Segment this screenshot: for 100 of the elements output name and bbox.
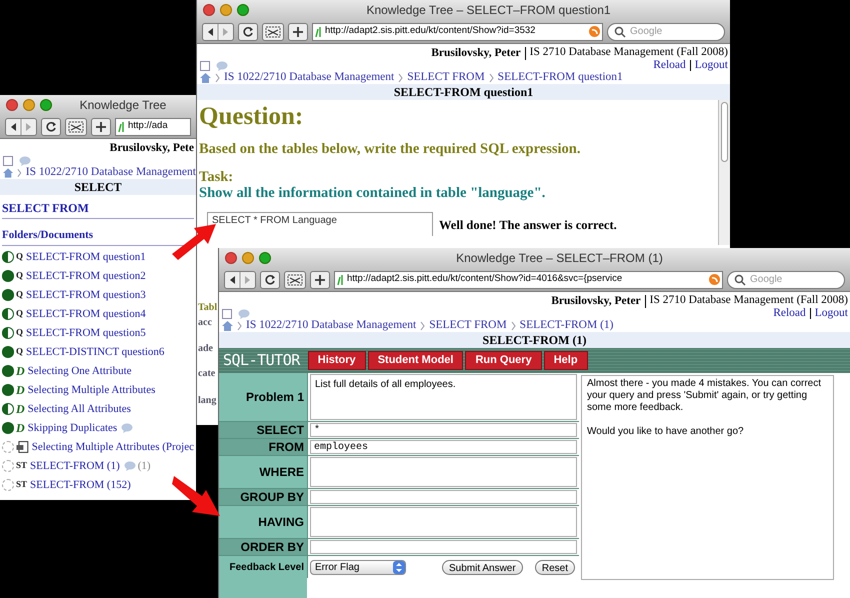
home-icon[interactable] xyxy=(3,168,14,178)
problem-text-area: List full details of all employees. xyxy=(310,374,577,420)
table-text: ade xyxy=(198,342,213,356)
back-forward-buttons[interactable] xyxy=(224,270,256,288)
type-label: D xyxy=(16,363,25,380)
zoom-button[interactable] xyxy=(259,252,271,264)
snapshot-button[interactable] xyxy=(65,118,87,136)
back-forward-buttons[interactable] xyxy=(202,22,234,40)
result-text: Well done! The answer is correct. xyxy=(439,217,617,234)
scissors-icon xyxy=(265,26,281,38)
feedback-message: Almost there - you made 4 mistakes. You can correct your query and press 'Submit' again, or try getting some more feedback. xyxy=(587,378,822,414)
window-title: Knowledge Tree – SELECT–FROM question1 xyxy=(366,2,611,19)
window-title: Knowledge Tree xyxy=(80,97,166,114)
document-link[interactable]: SELECT-DISTINCT question6 xyxy=(26,344,164,360)
logo: SQL-TUTOR xyxy=(223,350,300,372)
page-icon xyxy=(118,120,126,132)
scroll-thumb[interactable] xyxy=(721,102,728,162)
home-icon[interactable] xyxy=(200,72,211,82)
header-link[interactable]: Logout xyxy=(810,308,848,319)
breadcrumb-link[interactable]: IS 1022/2710 Database Management xyxy=(26,166,196,179)
text-area[interactable] xyxy=(310,457,577,487)
document-link[interactable]: SELECT-FROM question1 xyxy=(26,248,146,266)
type-label: ST xyxy=(16,459,28,472)
input-field[interactable]: * xyxy=(310,423,577,437)
header-link[interactable]: Reload xyxy=(653,60,686,71)
close-button[interactable] xyxy=(203,4,215,16)
address-field[interactable]: http://ada xyxy=(115,118,191,136)
form-button[interactable]: Submit Answer xyxy=(442,560,523,574)
chevron-icon xyxy=(215,72,220,82)
instruction-text: Based on the tables below, write the required SQL expression. xyxy=(199,141,582,158)
search-icon xyxy=(734,274,746,286)
scrollbar[interactable] xyxy=(718,100,730,245)
add-bookmark-button[interactable] xyxy=(288,22,308,40)
course-name: IS 2710 Database Management (Fall 2008) xyxy=(644,295,848,308)
zoom-button[interactable] xyxy=(237,4,249,16)
feed-icon xyxy=(709,274,720,285)
type-label: Q xyxy=(16,326,24,340)
scissors-icon xyxy=(287,274,303,286)
document-link[interactable]: Selecting All Attributes xyxy=(28,400,131,418)
reload-button[interactable] xyxy=(238,22,258,40)
breadcrumb-link[interactable]: SELECT FROM xyxy=(407,71,485,84)
snapshot-button[interactable] xyxy=(284,270,306,288)
document-link[interactable]: SELECT-FROM question4 xyxy=(26,306,146,322)
breadcrumb-link[interactable]: IS 1022/2710 Database Management xyxy=(246,319,416,332)
page-icon xyxy=(337,274,345,286)
plus-icon xyxy=(96,122,106,132)
breadcrumb-link[interactable]: SELECT-FROM (1) xyxy=(520,319,614,332)
address-field[interactable]: http://adapt2.sis.pitt.edu/kt/content/Show?id=3532 xyxy=(312,22,603,40)
address-field[interactable]: http://adapt2.sis.pitt.edu/kt/content/Show?id=4016&svc={pservice xyxy=(334,270,723,288)
feedback-level-select[interactable]: Error Flag xyxy=(310,560,406,574)
breadcrumb-link[interactable]: IS 1022/2710 Database Management xyxy=(224,71,394,84)
user-name: Brusilovsky, Pete xyxy=(110,142,194,155)
breadcrumb-link[interactable]: SELECT FROM xyxy=(429,319,507,332)
document-link[interactable]: SELECT-FROM (152) xyxy=(30,476,131,494)
field-label: GROUP BY xyxy=(219,489,307,505)
menu-button[interactable]: Run Query xyxy=(465,351,542,370)
document-link[interactable]: SELECT-FROM (1) xyxy=(30,458,120,474)
field-label: FROM xyxy=(219,439,307,455)
reload-button[interactable] xyxy=(260,270,280,288)
document-icon xyxy=(16,441,29,453)
close-button[interactable] xyxy=(6,99,18,111)
minimize-button[interactable] xyxy=(242,252,254,264)
type-label: D xyxy=(16,420,25,437)
input-field[interactable] xyxy=(310,490,577,504)
document-link[interactable]: Skipping Duplicates xyxy=(28,420,118,436)
chevron-icon xyxy=(398,72,404,82)
chevron-icon xyxy=(420,320,426,330)
minimize-button[interactable] xyxy=(220,4,232,16)
snapshot-button[interactable] xyxy=(262,22,284,40)
reload-button[interactable] xyxy=(41,118,61,136)
table-text: Tabl xyxy=(198,301,218,315)
header-link[interactable]: Logout xyxy=(690,60,728,71)
input-field[interactable]: employees xyxy=(310,440,577,454)
chevron-icon xyxy=(237,320,242,330)
input-field[interactable] xyxy=(310,540,577,554)
type-label: Q xyxy=(16,250,24,264)
document-link[interactable]: Selecting One Attribute xyxy=(28,362,132,380)
minimize-button[interactable] xyxy=(23,99,35,111)
document-link[interactable]: Selecting Multiple Attributes (Projec xyxy=(32,438,194,456)
add-bookmark-button[interactable] xyxy=(310,270,330,288)
page-heading: SELECT xyxy=(0,179,196,195)
document-link[interactable]: SELECT-FROM question5 xyxy=(26,324,146,342)
header-link[interactable]: Reload xyxy=(773,308,806,319)
form-button[interactable]: Reset xyxy=(534,560,575,574)
document-link[interactable]: Selecting Multiple Attributes xyxy=(28,382,156,398)
add-bookmark-button[interactable] xyxy=(91,118,111,136)
text-area[interactable] xyxy=(310,507,577,537)
menu-button[interactable]: History xyxy=(308,351,366,370)
home-icon[interactable] xyxy=(222,320,233,330)
plus-icon xyxy=(293,26,303,36)
menu-button[interactable]: Help xyxy=(544,351,588,370)
back-forward-buttons[interactable] xyxy=(5,118,37,136)
user-name: Brusilovsky, Peter xyxy=(551,295,641,308)
zoom-button[interactable] xyxy=(40,99,52,111)
breadcrumb-link[interactable]: SELECT-FROM question1 xyxy=(498,71,623,84)
window-title: Knowledge Tree – SELECT–FROM (1) xyxy=(456,250,663,267)
document-link[interactable]: SELECT-FROM question2 xyxy=(26,268,146,284)
close-button[interactable] xyxy=(225,252,237,264)
document-link[interactable]: SELECT-FROM question3 xyxy=(26,286,146,304)
menu-button[interactable]: Student Model xyxy=(368,351,464,370)
